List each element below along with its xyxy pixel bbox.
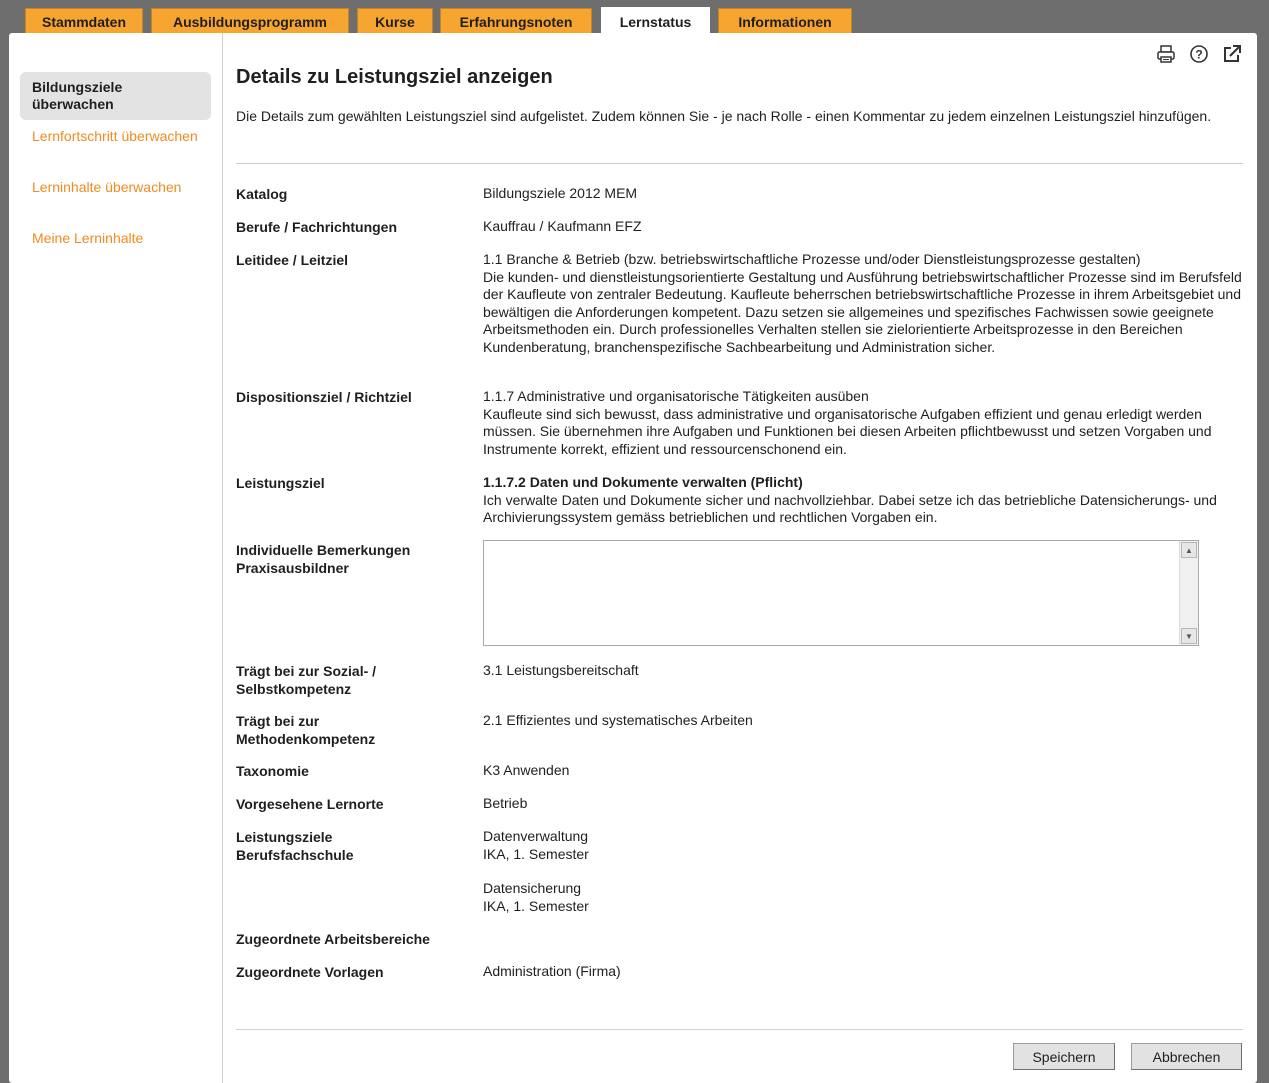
label-vorlagen: Zugeordnete Vorlagen [236,964,384,980]
bemerkungen-textarea[interactable] [484,541,1180,645]
cancel-button[interactable]: Abbrechen [1131,1043,1242,1070]
divider-top [236,163,1243,164]
value-leitidee: 1.1 Branche & Betrieb (bzw. betriebswirt… [483,251,1243,356]
scroll-down-icon[interactable]: ▼ [1181,628,1197,644]
leistungsziel-heading: 1.1.7.2 Daten und Dokumente verwalten (P… [483,474,803,490]
tab-lernstatus[interactable]: Lernstatus [601,7,710,35]
value-berufe: Kauffrau / Kaufmann EFZ [483,218,642,234]
sidebar-item-lernfortschritt[interactable]: Lernfortschritt überwachen [20,128,211,145]
tab-informationen[interactable]: Informationen [718,8,852,34]
sidebar: Bildungsziele überwachen Lernfortschritt… [9,33,223,1083]
entry-detail: IKA, 1. Semester [483,897,589,914]
sidebar-item-bildungsziele[interactable]: Bildungsziele überwachen [20,72,211,120]
label-disposition: Dispositionsziel / Richtziel [236,389,412,405]
value-katalog: Bildungsziele 2012 MEM [483,185,638,201]
page-intro: Die Details zum gewählten Leistungsziel … [236,108,1212,124]
tab-erfahrungsnoten[interactable]: Erfahrungsnoten [440,8,592,34]
help-icon[interactable]: ? [1188,43,1210,65]
sidebar-item-lerninhalte[interactable]: Lerninhalte überwachen [20,179,211,196]
save-button[interactable]: Speichern [1013,1043,1115,1070]
value-berufsfachschule: Datenverwaltung IKA, 1. Semester Datensi… [483,828,1243,915]
label-berufsfachschule-line2: Berufsfachschule [236,847,354,863]
label-methoden-line2: Methodenkompetenz [236,731,376,747]
label-leistungsziel: Leistungsziel [236,475,325,491]
berufsfachschule-entry-2: Datensicherung IKA, 1. Semester [483,880,1243,915]
label-berufsfachschule-line1: Leistungsziele [236,829,333,845]
entry-name: Datenverwaltung [483,828,589,844]
page-title: Details zu Leistungsziel anzeigen [236,66,553,88]
print-icon[interactable] [1155,43,1177,65]
label-katalog: Katalog [236,186,288,202]
value-sozial: 3.1 Leistungsbereitschaft [483,662,639,678]
value-lernorte: Betrieb [483,795,528,811]
leitidee-text: Die kunden- und dienstleistungsorientier… [483,268,1242,355]
sidebar-item-meine-lerninhalte[interactable]: Meine Lerninhalte [20,230,211,247]
label-bemerkungen: Individuelle Bemerkungen Praxisausbildne… [236,541,476,577]
entry-name: Datensicherung [483,880,582,896]
entry-detail: IKA, 1. Semester [483,845,589,862]
divider-bottom [236,1029,1243,1030]
toolbar: ? [1155,43,1243,65]
svg-text:?: ? [1195,48,1202,62]
label-bemerkungen-line2: Praxisausbildner [236,560,349,576]
tab-stammdaten[interactable]: Stammdaten [25,8,143,34]
scroll-up-icon[interactable]: ▲ [1181,542,1197,558]
tab-kurse[interactable]: Kurse [357,8,433,34]
label-berufsfachschule: Leistungsziele Berufsfachschule [236,828,476,864]
textarea-scrollbar[interactable]: ▲ ▼ [1179,541,1198,645]
label-methoden-line1: Trägt bei zur [236,713,320,729]
value-leistungsziel: 1.1.7.2 Daten und Dokumente verwalten (P… [483,474,1243,527]
label-bemerkungen-line1: Individuelle Bemerkungen [236,542,411,558]
label-lernorte: Vorgesehene Lernorte [236,796,384,812]
label-sozial-line1: Trägt bei zur Sozial- / [236,663,377,679]
label-methoden: Trägt bei zur Methodenkompetenz [236,712,476,748]
content-panel: Bildungsziele überwachen Lernfortschritt… [9,33,1257,1083]
disposition-text: Kaufleute sind sich bewusst, dass admini… [483,405,1212,457]
bemerkungen-textarea-frame: ▲ ▼ [483,540,1199,646]
disposition-title: 1.1.7 Administrative und organisatorisch… [483,388,869,404]
value-taxonomie: K3 Anwenden [483,762,570,778]
label-berufe: Berufe / Fachrichtungen [236,219,398,235]
label-taxonomie: Taxonomie [236,763,309,779]
popout-icon[interactable] [1221,43,1243,65]
label-leitidee: Leitidee / Leitziel [236,252,349,268]
leitidee-title: 1.1 Branche & Betrieb (bzw. betriebswirt… [483,251,1141,267]
leistungsziel-text: Ich verwalte Daten und Dokumente sicher … [483,491,1217,526]
value-vorlagen: Administration (Firma) [483,963,621,979]
tab-ausbildungsprogramm[interactable]: Ausbildungsprogramm [151,8,349,34]
value-methoden: 2.1 Effizientes und systematisches Arbei… [483,712,753,728]
berufsfachschule-entry-1: Datenverwaltung IKA, 1. Semester [483,828,1243,863]
label-sozial: Trägt bei zur Sozial- / Selbstkompetenz [236,662,476,698]
label-sozial-line2: Selbstkompetenz [236,681,352,697]
label-arbeitsbereiche: Zugeordnete Arbeitsbereiche [236,931,430,947]
value-disposition: 1.1.7 Administrative und organisatorisch… [483,388,1243,458]
main-tab-bar: Stammdaten Ausbildungsprogramm Kurse Erf… [0,0,1269,35]
